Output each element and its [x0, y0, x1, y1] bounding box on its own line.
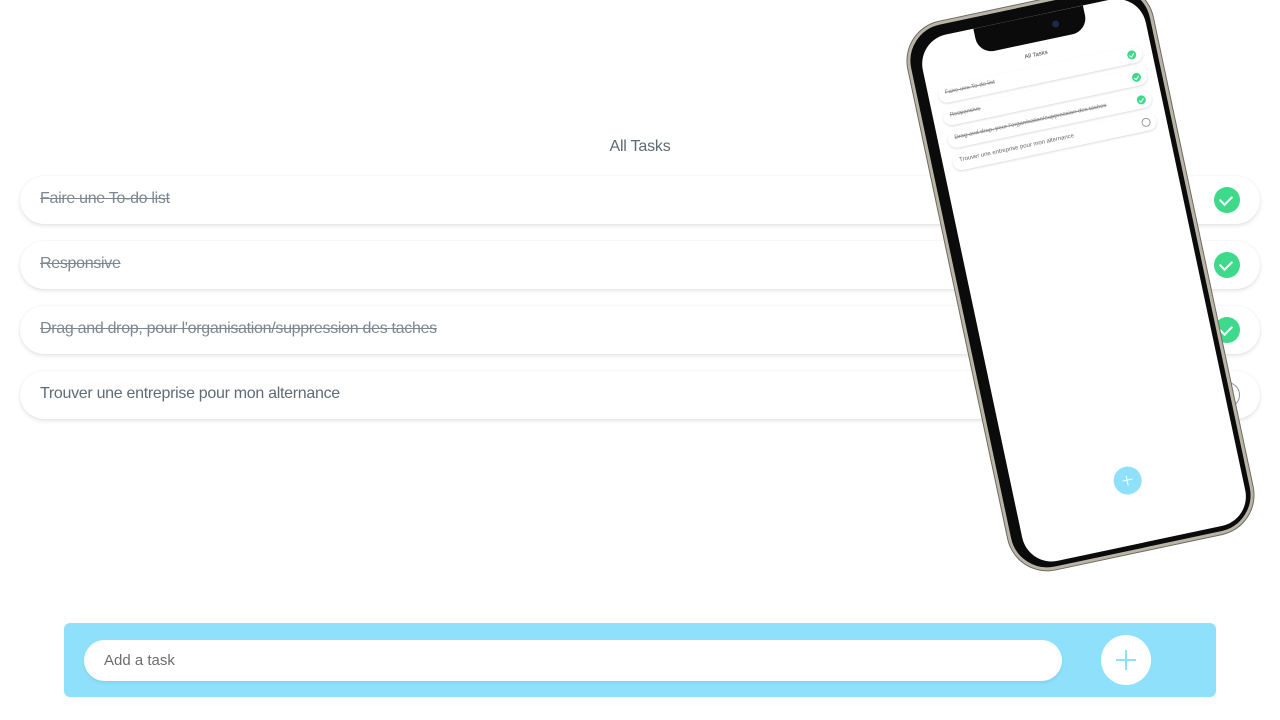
phone-task-checkbox — [1140, 117, 1152, 128]
task-checkbox[interactable] — [1214, 252, 1240, 278]
phone-task-label: Faire une To-do list — [944, 79, 996, 96]
phone-frame: All Tasks Faire une To-do list Responsiv… — [900, 0, 1261, 578]
phone-screen: All Tasks Faire une To-do list Responsiv… — [916, 0, 1252, 568]
task-checkbox[interactable] — [1214, 187, 1240, 213]
phone-mockup: All Tasks Faire une To-do list Responsiv… — [900, 0, 1261, 578]
task-label: Drag and drop, pour l'organisation/suppr… — [40, 320, 437, 337]
task-label: Trouver une entreprise pour mon alternan… — [40, 385, 340, 402]
phone-task-label: Responsive — [949, 106, 982, 119]
task-label: Responsive — [40, 255, 121, 272]
camera-icon — [1051, 19, 1060, 29]
phone-task-checkbox — [1126, 49, 1138, 61]
task-composer — [64, 623, 1216, 697]
add-task-button[interactable] — [1101, 635, 1151, 685]
phone-task-checkbox — [1135, 94, 1147, 106]
task-label: Faire une To-do list — [40, 190, 170, 207]
phone-task-checkbox — [1131, 72, 1142, 83]
task-input[interactable] — [84, 640, 1062, 681]
phone-add-button — [1111, 463, 1145, 498]
